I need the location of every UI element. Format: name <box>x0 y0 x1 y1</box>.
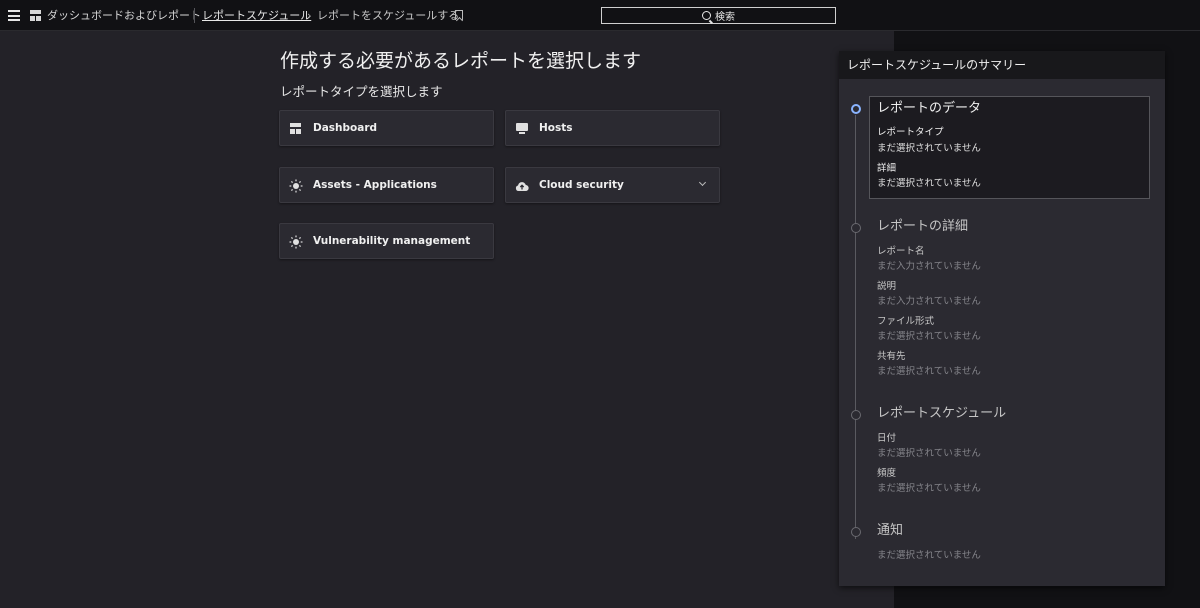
field-value: まだ選択されていません <box>877 331 981 342</box>
sun-icon <box>289 179 303 193</box>
tile-cloud-security[interactable]: Cloud security <box>505 167 720 203</box>
field-label: 共有先 <box>877 351 906 362</box>
field-value: まだ選択されていません <box>877 178 981 189</box>
field-value: まだ選択されていません <box>877 143 981 154</box>
bookmark-icon[interactable] <box>455 10 463 20</box>
step-title: レポートスケジュール <box>877 406 1007 421</box>
dashboard-icon <box>30 10 41 21</box>
sun-icon <box>289 235 303 249</box>
search-label: 検索 <box>715 12 735 23</box>
monitor-icon <box>516 123 528 135</box>
field-label: 頻度 <box>877 468 897 479</box>
cloud-upload-icon <box>515 182 529 192</box>
tile-label: Hosts <box>539 122 573 134</box>
search-icon <box>702 11 711 20</box>
field-label: 詳細 <box>877 163 897 174</box>
top-bar: ダッシュボードおよびレポート レポートスケジュール › レポートをスケジュールす… <box>0 0 1200 31</box>
field-label: 日付 <box>877 433 897 444</box>
hamburger-menu-icon[interactable] <box>8 10 20 21</box>
summary-panel-title: レポートスケジュールのサマリー <box>847 58 1027 72</box>
step-title: 通知 <box>877 523 904 538</box>
field-value: まだ選択されていません <box>877 550 981 561</box>
field-label: 説明 <box>877 281 897 292</box>
timeline-line <box>855 115 856 539</box>
step-indicator-active <box>851 104 861 114</box>
tile-label: Vulnerability management <box>313 235 471 247</box>
tile-label: Dashboard <box>313 122 378 134</box>
field-label: レポート名 <box>877 246 925 257</box>
step-title: レポートの詳細 <box>877 219 969 234</box>
breadcrumb-current: レポートをスケジュールする <box>317 9 460 22</box>
summary-panel: レポートスケジュールのサマリー レポートのデータ レポートタイプ まだ選択されて… <box>839 51 1165 586</box>
step-indicator <box>851 410 861 420</box>
step-indicator <box>851 223 861 233</box>
step-indicator <box>851 527 861 537</box>
page-title: 作成する必要があるレポートを選択します <box>280 50 642 72</box>
tile-label: Cloud security <box>539 179 624 191</box>
field-value: まだ選択されていません <box>877 483 981 494</box>
tile-assets-applications[interactable]: Assets - Applications <box>279 167 494 203</box>
field-value: まだ入力されていません <box>877 296 981 307</box>
breadcrumb-home[interactable]: ダッシュボードおよびレポート <box>47 9 201 22</box>
breadcrumb-separator: › <box>307 9 312 22</box>
breadcrumb-parent-link[interactable]: レポートスケジュール <box>202 9 311 22</box>
chevron-down-icon[interactable] <box>698 178 707 187</box>
field-value: まだ選択されていません <box>877 366 981 377</box>
page-subtitle: レポートタイプを選択します <box>280 84 443 99</box>
field-value: まだ入力されていません <box>877 261 981 272</box>
summary-panel-header: レポートスケジュールのサマリー <box>839 51 1165 79</box>
field-label: ファイル形式 <box>877 316 935 327</box>
field-value: まだ選択されていません <box>877 448 981 459</box>
tile-vulnerability-management[interactable]: Vulnerability management <box>279 223 494 259</box>
field-label: レポートタイプ <box>877 127 944 138</box>
breadcrumb-divider <box>194 8 195 23</box>
dashboard-icon <box>290 123 302 135</box>
search-input[interactable]: 検索 <box>601 7 836 24</box>
tile-dashboard[interactable]: Dashboard <box>279 110 494 146</box>
tile-label: Assets - Applications <box>313 179 437 191</box>
step-title: レポートのデータ <box>877 101 982 116</box>
tile-hosts[interactable]: Hosts <box>505 110 720 146</box>
